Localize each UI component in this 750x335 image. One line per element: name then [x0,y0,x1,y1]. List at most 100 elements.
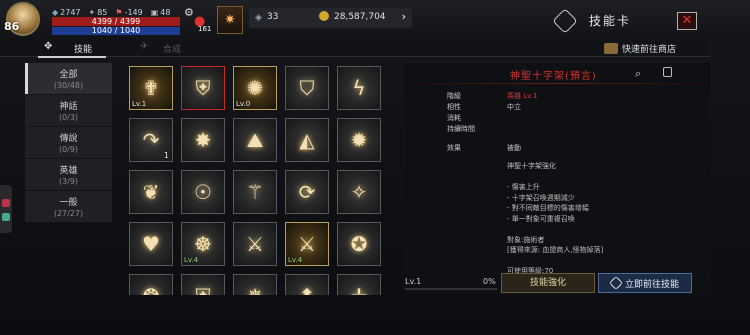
skill-card[interactable]: ✸ [181,118,225,162]
go-to-skill-label: 立即前往技能 [624,279,679,290]
detail-description-line: 神聖十字架強化 [507,162,556,170]
skill-card[interactable]: ❦ [129,170,173,214]
lock-icon[interactable] [663,67,672,77]
category-normal[interactable]: 一般 (27/27) [25,191,112,222]
category-mythic[interactable]: 神話 (0/3) [25,95,112,126]
chevron-right-icon[interactable]: › [402,10,406,23]
skill-icon: ⛉ [299,76,315,100]
gear-icon[interactable]: ⚙ [184,6,194,19]
player-level: 86 [4,20,20,33]
skill-icon: ⬆ [286,279,328,295]
skill-icon: ❂ [130,279,172,295]
category-name: 一般 [59,198,78,208]
shield-icon: ◆ [52,8,59,17]
category-hero[interactable]: 英雄 (3/9) [25,159,112,190]
detail-key: 持續時間 [447,125,475,133]
resource-box[interactable]: ◈ 33 28,587,704 › [249,8,412,28]
skill-card[interactable]: ✟ Lv.1 [129,66,173,110]
skill-card[interactable]: ✧ [337,170,381,214]
skill-card[interactable]: ↷ 1 [129,118,173,162]
skill-icon: ❦ [142,180,160,204]
detail-key: 效果 [447,144,461,152]
detail-description-line: 對象:施術者 [507,235,545,244]
skill-level: Lv.0 [236,100,251,108]
category-count: (0/9) [58,145,79,154]
category-name: 英雄 [59,166,78,176]
skill-card[interactable]: ✛ [337,274,381,295]
skill-card[interactable]: ✵ [233,274,277,295]
skill-card[interactable]: ⚔ [233,222,277,266]
skill-card-icon [552,8,578,34]
enhance-level: Lv.1 [405,277,422,286]
skill-card[interactable]: ✪ [337,222,381,266]
detail-description-line: - 十字架召喚週期減少 [507,193,575,202]
skill-card[interactable]: ϟ [337,66,381,110]
skill-detail-panel: 神聖十字架(預言) ⌕ 階級 英雄 Lv.1 相性 中立 消耗 持續時間 效果 被動 神聖十字架… [405,63,710,295]
skill-icon: ✹ [350,128,368,152]
stat-4-value: 48 [160,8,171,17]
alignment-icon: ⚑ [115,8,123,17]
skill-card[interactable]: ✺ Lv.0 [233,66,277,110]
skill-level: Lv.4 [184,256,199,264]
skill-icon: ✸ [194,128,212,152]
category-count: (3/9) [58,177,79,186]
page-title: 技能卡 [589,14,632,28]
detail-value: 被動 [507,144,521,152]
top-bar: 86 ◆ 2747 ✦ 85 ⚑ -149 ▣ 48 4399 / 4399 1040 … [0,0,750,40]
skill-card[interactable]: ◭ [285,118,329,162]
skill-icon: ⛰ [246,128,264,152]
category-name: 神話 [59,102,78,112]
stats-row: ◆ 2747 ✦ 85 ⚑ -149 ▣ 48 [52,8,170,17]
detail-description-line: - 單一對象可重複召喚 [507,214,575,223]
skill-icon: ✛ [338,279,380,295]
skill-card[interactable]: ⚚ [233,170,277,214]
notification-icon [2,199,10,207]
search-icon[interactable]: ⌕ [635,67,641,81]
skill-icon: ☉ [194,180,212,204]
skill-card[interactable]: ❂ [129,274,173,295]
stat-1: ◆ 2747 [52,8,81,17]
category-count: (0/3) [58,113,79,122]
swap-icon [608,275,624,291]
category-count: (27/27) [53,209,84,218]
quick-icons: ⚙ ● 161 [184,6,212,34]
quick-shop-link[interactable]: 快速前往商店 [604,42,676,55]
mp-bar: 1040 / 1040 [52,27,180,35]
tab-skills[interactable]: 技能 [74,42,92,55]
category-name: 傳說 [59,134,78,144]
skill-count: 1 [163,151,169,160]
skill-card[interactable]: ☉ [181,170,225,214]
skill-card[interactable]: ✹ [337,118,381,162]
skill-card[interactable]: ⛨ [181,274,225,295]
skill-icon: ⛨ [182,279,224,295]
skill-tab-icon: ✥ [44,41,53,52]
skill-card[interactable]: ☸ Lv.4 [181,222,225,266]
detail-key: 相性 [447,103,461,111]
skill-card[interactable]: ⟳ [285,170,329,214]
skill-card[interactable]: ⛰ [233,118,277,162]
detail-description-line: - 對不同敵目標的傷害增幅 [507,204,589,212]
enhance-skill-button[interactable]: 技能強化 [501,273,595,293]
go-to-skill-button[interactable]: 立即前往技能 [598,273,692,293]
skill-card-grid: ✟Lv.1 ⛨ ✺Lv.0 ⛉ ϟ ↷1 ✸ ⛰ ◭ ✹ ❦ ☉ ⚚ ⟳ ✧ ♥ ☸Lv.4 ⚔ ⚔Lv.4 ✪ ❂ ⛨ ✵… [129,66,389,295]
side-tab[interactable] [0,185,12,233]
skill-icon: ✵ [234,279,276,295]
category-name: 全部 [59,70,78,80]
skill-card[interactable]: ♥ [129,222,173,266]
potion-count: 161 [198,25,212,33]
category-all[interactable]: 全部 (30/48) [25,63,112,94]
buff-slot[interactable]: ✷ [217,6,243,34]
tab-compose[interactable]: 合成 [163,42,181,55]
gold-value: 28,587,704 [334,12,386,22]
stat-1-value: 2747 [60,8,81,17]
category-legendary[interactable]: 傳說 (0/9) [25,127,112,158]
skill-card[interactable]: ⬆ [285,274,329,295]
skill-card[interactable]: ⚔ Lv.4 [285,222,329,266]
stat-2-value: 85 [97,8,108,17]
enhance-progress-bar [405,288,497,290]
quick-shop-label: 快速前往商店 [622,45,677,55]
close-button[interactable]: ✕ [677,12,697,30]
skill-icon: ✪ [350,232,368,256]
skill-card[interactable]: ⛉ [285,66,329,110]
skill-card[interactable]: ⛨ [181,66,225,110]
